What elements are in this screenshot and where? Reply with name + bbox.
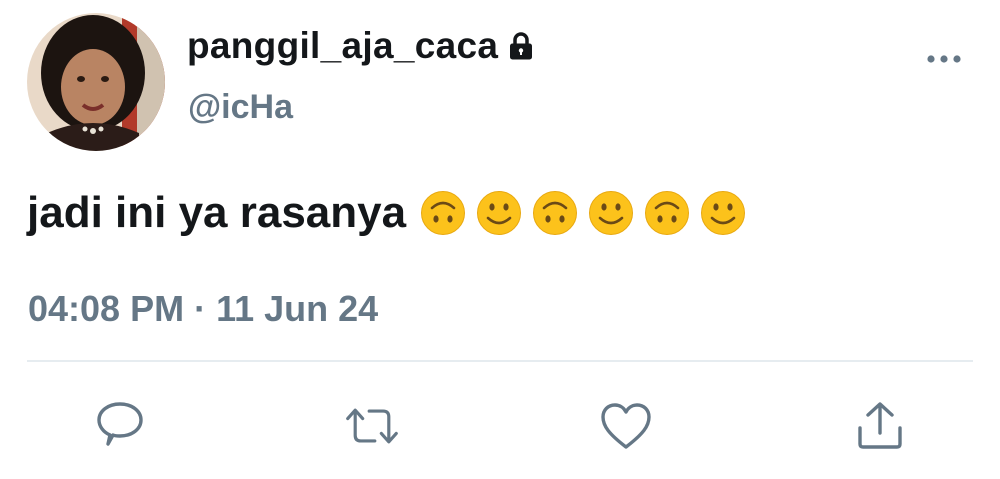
upside-down-face-emoji [645,191,690,235]
slightly-smiling-face-emoji [589,191,634,235]
tweet-time: 04:08 PM [28,288,185,329]
share-button[interactable] [852,398,908,454]
divider [27,360,973,362]
more-icon[interactable] [926,52,962,66]
slightly-smiling-face-emoji [477,191,522,235]
timestamp-separator: · [194,288,207,329]
retweet-icon [346,408,398,444]
display-name[interactable]: panggil_aja_caca [187,25,536,67]
tweet-date: 11 Jun 24 [216,288,379,329]
reply-button[interactable] [92,398,148,454]
upside-down-face-emoji [533,191,578,235]
upside-down-face-emoji [421,191,466,235]
tweet-timestamp[interactable]: 04:08 PM · 11 Jun 24 [28,288,378,330]
avatar-image [27,13,165,151]
lock-icon [506,31,536,61]
tweet-text: jadi ini ya rasanya [27,188,746,238]
like-button[interactable] [598,398,654,454]
retweet-button[interactable] [344,398,400,454]
tweet-body: jadi ini ya rasanya [27,188,407,237]
avatar[interactable] [27,13,165,151]
reply-icon [97,402,143,446]
heart-icon [601,403,651,449]
emoji-group [420,190,746,236]
user-handle[interactable]: @icHa [188,88,293,127]
share-icon [858,402,902,449]
slightly-smiling-face-emoji [701,191,746,235]
display-name-text: panggil_aja_caca [187,25,499,66]
